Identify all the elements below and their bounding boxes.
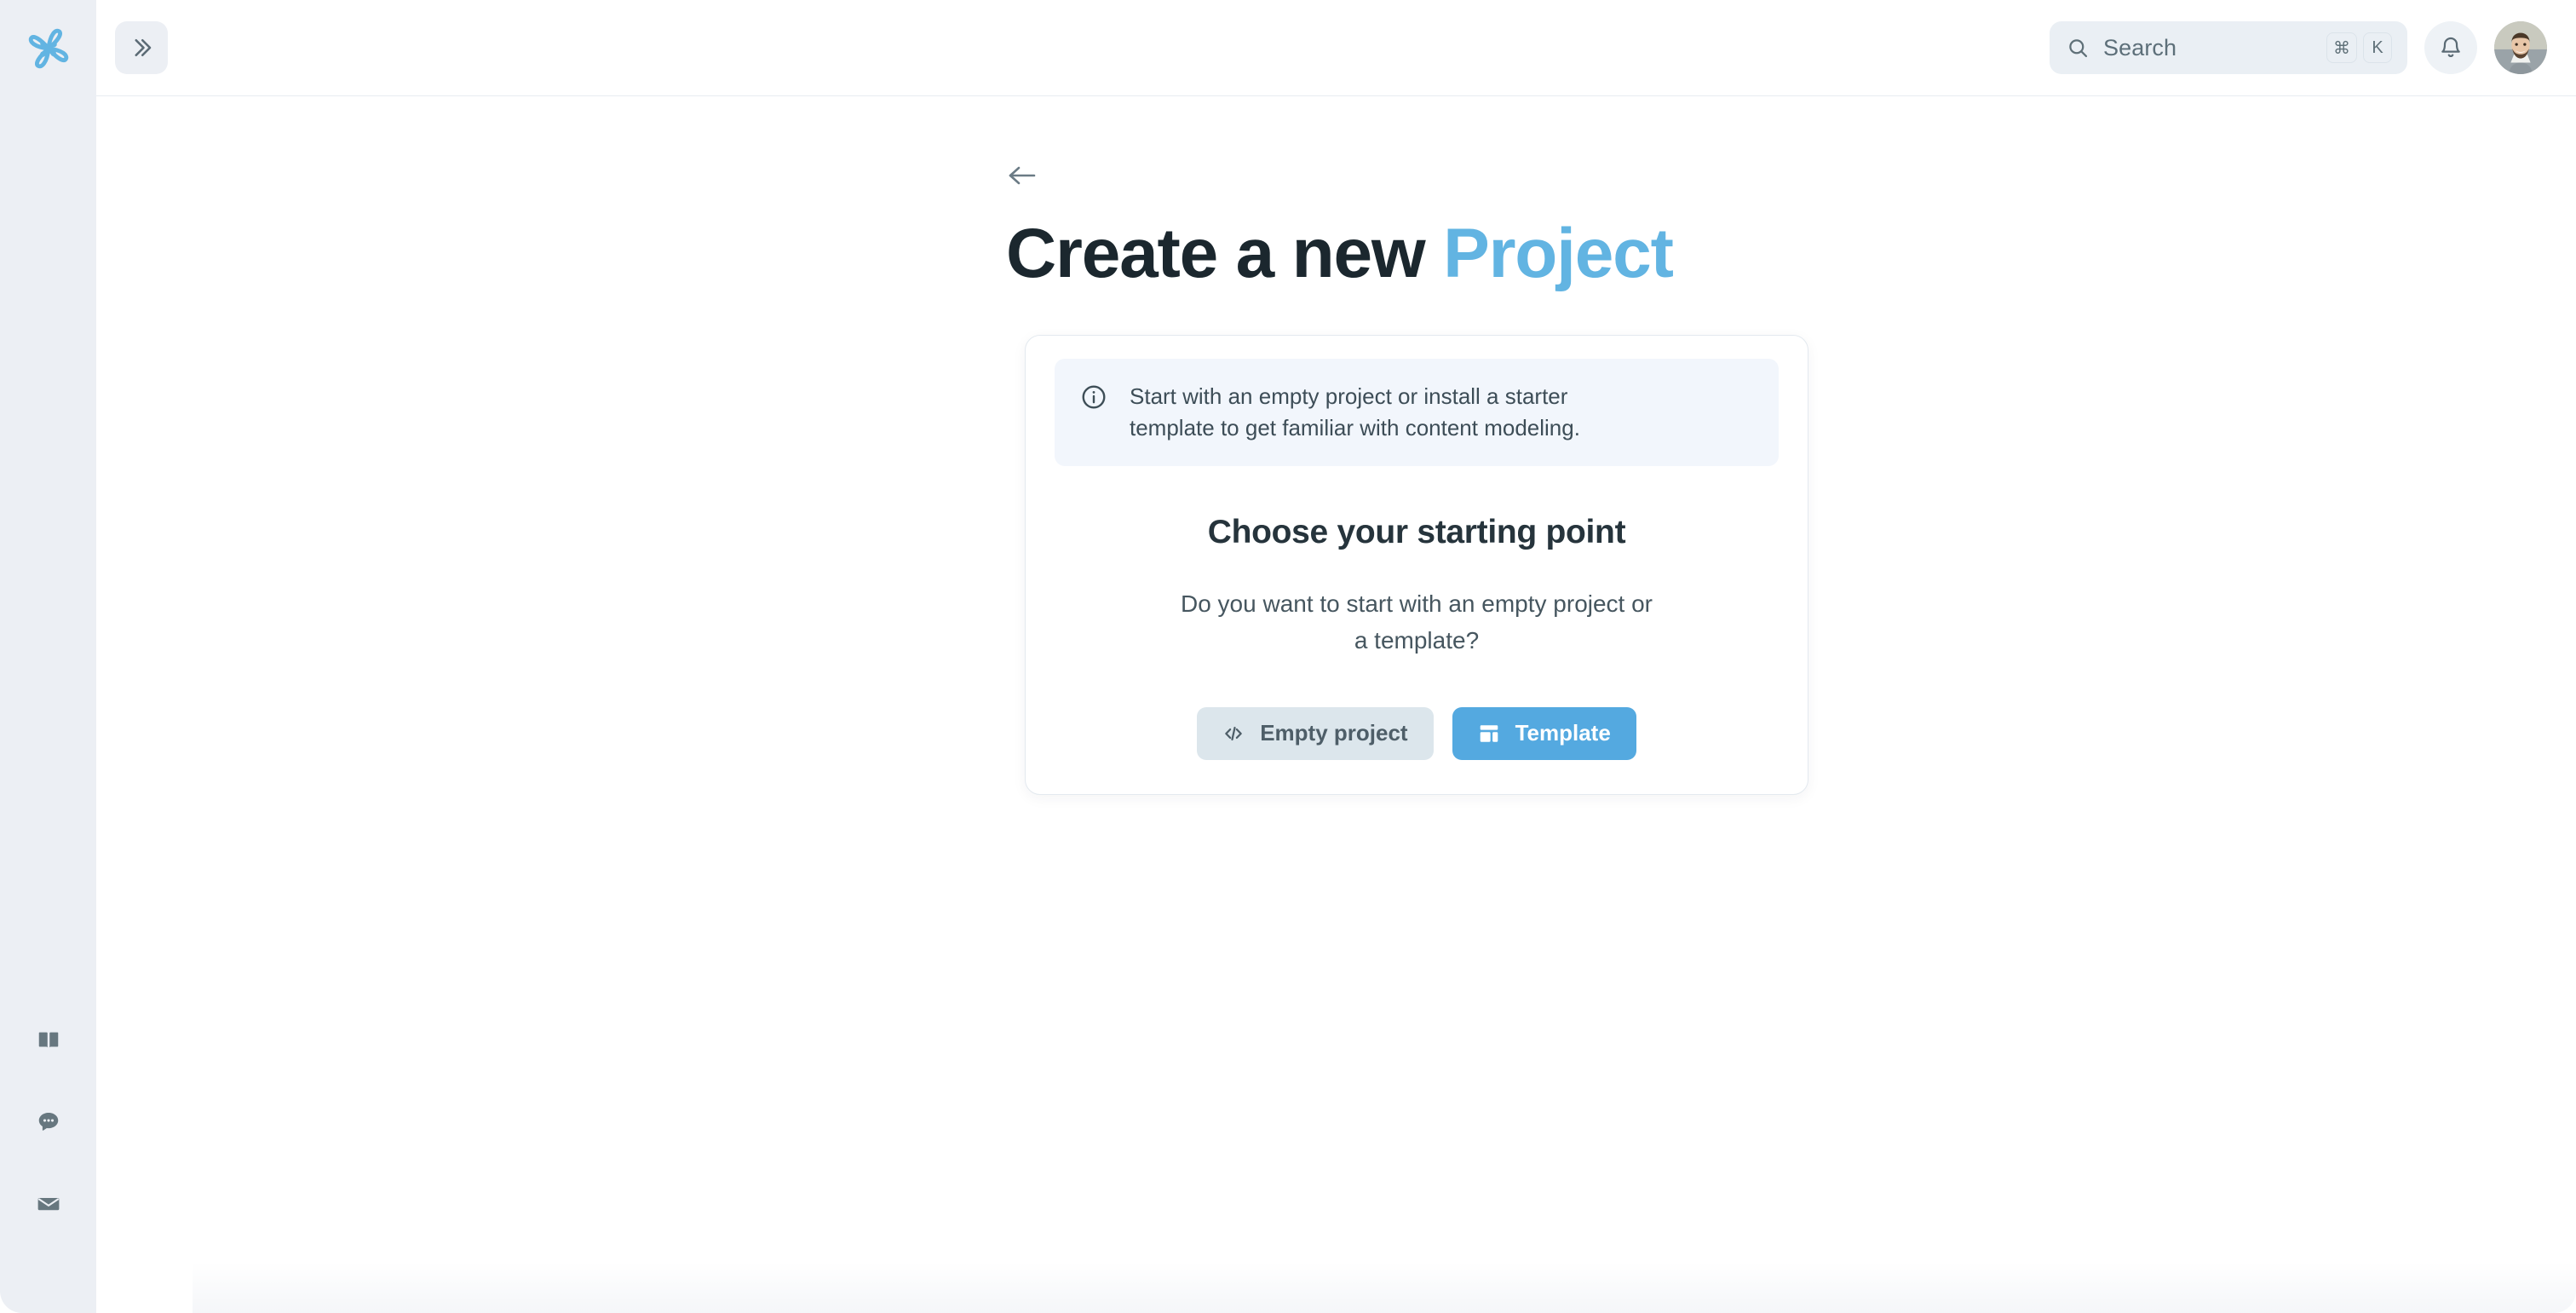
shortcut-key-k: K [2363,32,2392,63]
header-actions: Search ⌘ K [2050,21,2547,74]
main-region: Search ⌘ K Create a new Project Start wi… [96,0,2576,1313]
sidebar-item-documentation[interactable] [25,1016,72,1064]
chat-bubble-icon [38,1113,58,1131]
sidebar-item-support-chat[interactable] [25,1098,72,1146]
arrow-left-icon [1009,166,1036,185]
page-title: Create a new Project [1006,215,1834,292]
card-subtext: Do you want to start with an empty proje… [1180,590,1653,654]
user-avatar[interactable] [2494,21,2547,74]
atom-logo-icon [28,28,68,69]
sidebar-bottom-group [25,1016,72,1313]
envelope-icon [37,1198,59,1211]
card-action-row: Empty project Template [1055,706,1779,760]
avatar-image [2494,21,2547,74]
left-sidebar [0,0,96,1313]
bell-icon [2441,37,2460,57]
search-input[interactable]: Search ⌘ K [2050,21,2407,74]
layout-dashboard-icon [1478,723,1500,745]
app-window: Search ⌘ K Create a new Project Start wi… [0,0,2576,1313]
content-column: Create a new Project Start with an empty… [999,156,1834,795]
book-icon [38,1032,58,1048]
search-shortcut: ⌘ K [2326,32,2392,63]
starting-point-card: Start with an empty project or install a… [1025,335,1808,795]
page-title-accent: Project [1443,215,1674,292]
shortcut-key-cmd: ⌘ [2326,32,2357,63]
search-icon [2067,37,2090,60]
empty-project-button[interactable]: Empty project [1197,706,1434,760]
search-placeholder: Search [2103,34,2177,60]
back-button[interactable] [1006,156,1045,195]
info-circle-icon [1080,383,1107,415]
code-brackets-icon [1222,723,1245,745]
sidebar-item-contact-mail[interactable] [25,1180,72,1228]
info-banner: Start with an empty project or install a… [1055,359,1779,466]
notifications-button[interactable] [2424,21,2477,74]
top-header: Search ⌘ K [96,0,2576,96]
template-label: Template [1515,720,1611,746]
app-logo[interactable] [19,19,78,78]
info-banner-text: Start with an empty project or install a… [1130,383,1580,441]
template-button[interactable]: Template [1452,706,1636,760]
empty-project-label: Empty project [1260,720,1408,746]
card-heading: Choose your starting point [1207,513,1626,550]
chevrons-right-icon [135,38,152,57]
page-content: Create a new Project Start with an empty… [96,96,2576,1313]
sidebar-expand-button[interactable] [115,21,168,74]
page-title-primary: Create a new [1006,215,1444,292]
